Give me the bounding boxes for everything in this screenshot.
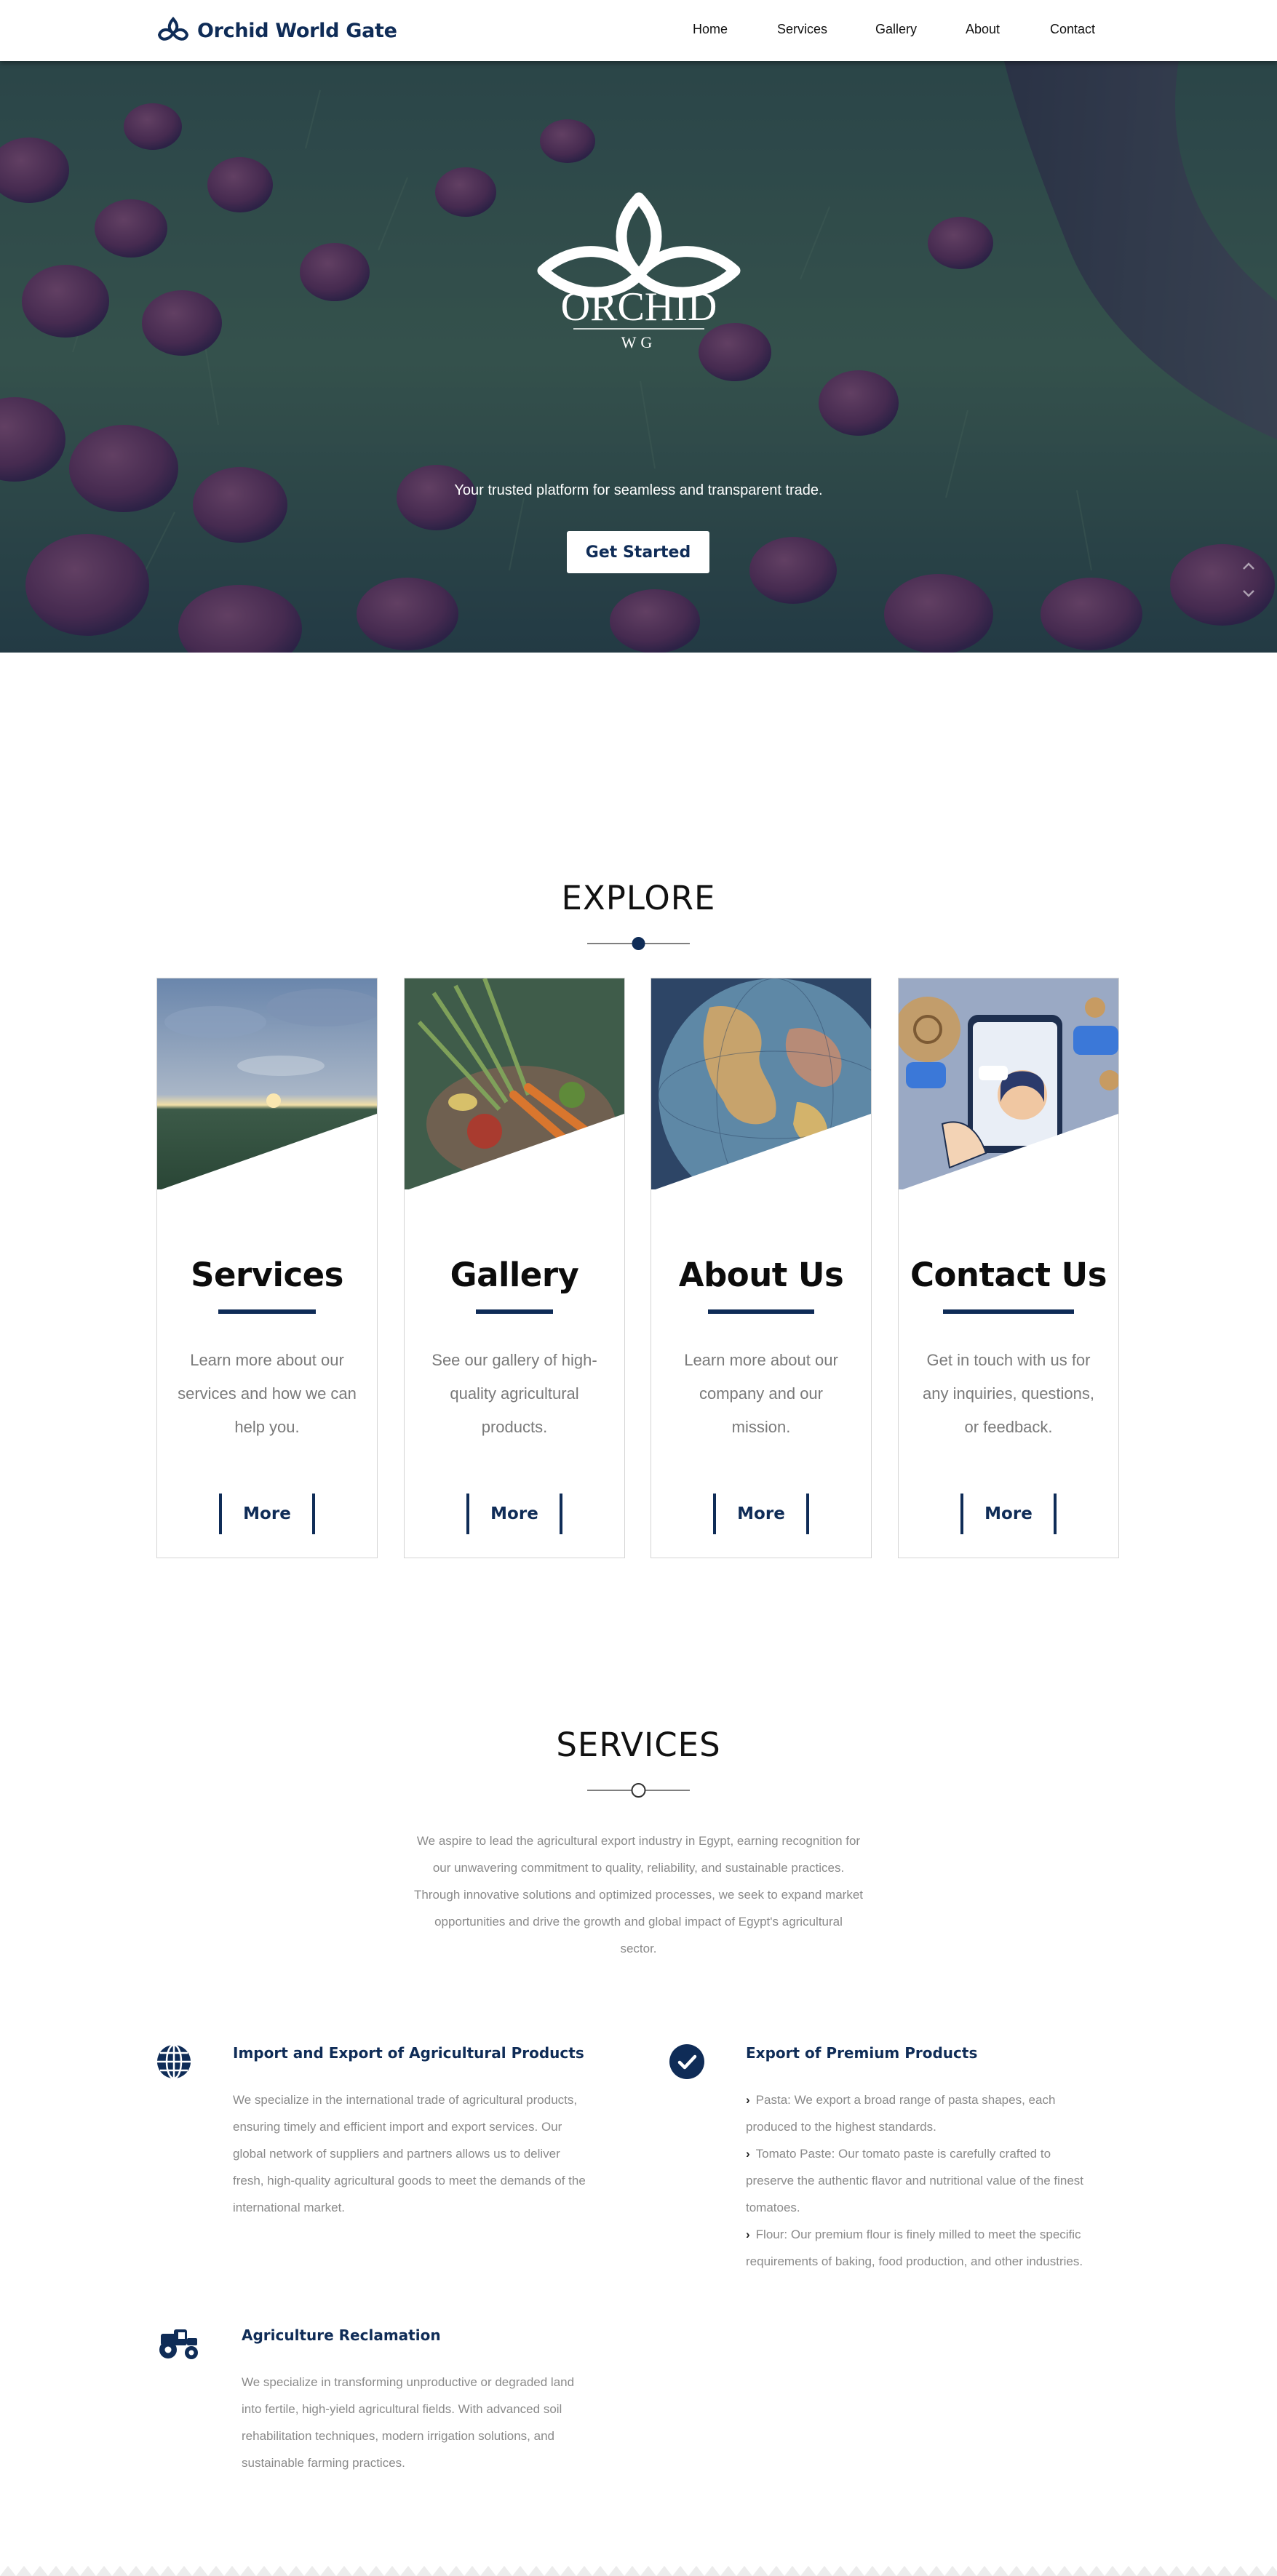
card-underline — [943, 1309, 1074, 1314]
list-item: › Pasta: We export a broad range of pasta… — [746, 2086, 1110, 2140]
chevron-right-icon: › — [746, 2147, 750, 2161]
card-title-about: About Us — [678, 1256, 844, 1294]
services-intro: We aspire to lead the agricultural expor… — [413, 1834, 864, 1955]
card-diagonal-mask — [651, 1114, 871, 1191]
list-item: › Flour: Our premium flour is finely mill… — [746, 2221, 1110, 2275]
premium-products-list: › Pasta: We export a broad range of pasta… — [746, 2086, 1110, 2275]
card-diagonal-mask — [405, 1114, 624, 1191]
hero-tagline: Your trusted platform for seamless and t… — [454, 482, 823, 498]
explore-card-gallery: Gallery See our gallery of high- quality… — [404, 978, 625, 1558]
card-diagonal-mask — [157, 1114, 377, 1191]
nav-contact[interactable]: Contact — [1050, 22, 1095, 37]
service-heading-import-export: Import and Export of Agricultural Produc… — [233, 2044, 584, 2062]
orchid-wg-logo: ORCHID WG — [537, 192, 741, 351]
service-heading-premium-export: Export of Premium Products — [746, 2044, 978, 2062]
explore-title: EXPLORE — [561, 879, 716, 917]
nav-home[interactable]: Home — [693, 22, 728, 37]
about-more-button[interactable]: More — [713, 1494, 809, 1534]
chevron-right-icon: › — [746, 2228, 750, 2241]
services-title: SERVICES — [556, 1726, 721, 1764]
card-desc-contact: Get in touch with us for any inquiries, … — [922, 1351, 1095, 1436]
list-item: › Tomato Paste: Our tomato paste is caref… — [746, 2140, 1110, 2221]
globe-icon — [157, 2043, 191, 2080]
explore-card-about: About Us Learn more about our company an… — [651, 978, 872, 1558]
card-underline — [218, 1309, 316, 1314]
navbar: Orchid World Gate Home Services Gallery … — [0, 0, 1277, 61]
check-circle-icon — [669, 2044, 704, 2079]
service-text-reclamation: We specialize in transforming unproducti… — [242, 2375, 575, 2470]
brand-name: Orchid World Gate — [197, 19, 397, 42]
logo-subtext: WG — [621, 333, 657, 351]
tractor-icon — [159, 2329, 198, 2359]
explore-card-services: Services Learn more about our services a… — [156, 978, 378, 1558]
card-desc-gallery: See our gallery of high- quality agricul… — [431, 1351, 597, 1436]
service-text-import-export: We specialize in the international trade… — [233, 2093, 586, 2214]
card-title-contact: Contact Us — [910, 1256, 1107, 1294]
contact-more-button[interactable]: More — [960, 1494, 1057, 1534]
footer-zigzag-border — [0, 2564, 1277, 2576]
services-more-button[interactable]: More — [219, 1494, 315, 1534]
chevron-down-icon[interactable] — [1238, 583, 1259, 604]
chevron-up-icon[interactable] — [1238, 556, 1259, 576]
hero-section: ORCHID WG Your trusted platform for seam… — [0, 61, 1277, 653]
card-title-gallery: Gallery — [450, 1256, 579, 1294]
logo-wordmark: ORCHID — [561, 284, 717, 330]
nav-gallery[interactable]: Gallery — [875, 22, 917, 37]
explore-card-contact: Contact Us Get in touch with us for any … — [898, 978, 1119, 1558]
explore-divider — [587, 937, 690, 950]
card-underline — [476, 1309, 553, 1314]
service-heading-reclamation: Agriculture Reclamation — [242, 2326, 441, 2344]
get-started-button[interactable]: Get Started — [567, 531, 709, 573]
nav-services[interactable]: Services — [777, 22, 827, 37]
card-underline — [708, 1309, 814, 1314]
card-desc-about: Learn more about our company and our mis… — [684, 1351, 838, 1436]
services-divider — [587, 1783, 690, 1798]
brand-link[interactable]: Orchid World Gate — [156, 16, 397, 45]
nav-about[interactable]: About — [966, 22, 1000, 37]
orchid-logo-icon — [157, 16, 189, 41]
chevron-right-icon: › — [746, 2093, 750, 2107]
card-diagonal-mask — [899, 1114, 1118, 1191]
card-desc-services: Learn more about our services and how we… — [178, 1351, 357, 1436]
card-title-services: Services — [191, 1256, 343, 1294]
gallery-more-button[interactable]: More — [466, 1494, 562, 1534]
